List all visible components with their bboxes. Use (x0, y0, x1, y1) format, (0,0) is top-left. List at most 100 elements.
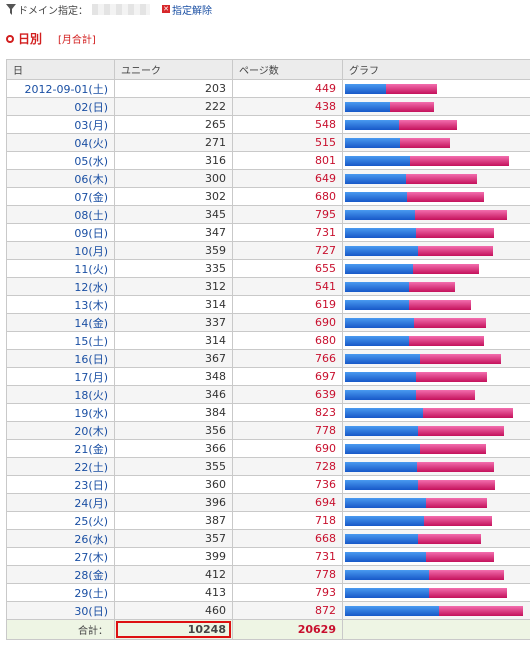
unique-bar (345, 101, 391, 112)
date-link[interactable]: 14(金) (6, 313, 115, 332)
graph-cell (342, 349, 530, 368)
table-row: 02(日) 222 438 (6, 97, 530, 116)
pages-bar (429, 587, 507, 598)
date-link[interactable]: 19(水) (6, 403, 115, 422)
date-link[interactable]: 23(日) (6, 475, 115, 494)
date-link[interactable]: 03(月) (6, 115, 115, 134)
date-link[interactable]: 05(水) (6, 151, 115, 170)
page-count: 680 (232, 187, 343, 206)
pages-bar (406, 191, 484, 202)
unique-count: 345 (114, 205, 233, 224)
page-count: 694 (232, 493, 343, 512)
date-link[interactable]: 02(日) (6, 97, 115, 116)
pages-bar (386, 83, 437, 94)
page-count: 728 (232, 457, 343, 476)
page-count: 690 (232, 313, 343, 332)
unique-count: 300 (114, 169, 233, 188)
date-link[interactable]: 12(水) (6, 277, 115, 296)
date-link[interactable]: 04(火) (6, 133, 115, 152)
table-row: 26(水) 357 668 (6, 529, 530, 548)
date-link[interactable]: 10(月) (6, 241, 115, 260)
date-link[interactable]: 17(月) (6, 367, 115, 386)
date-link[interactable]: 28(金) (6, 565, 115, 584)
table-row: 23(日) 360 736 (6, 475, 530, 494)
masked-domain-value (92, 3, 150, 15)
unique-count: 337 (114, 313, 233, 332)
unique-count: 348 (114, 367, 233, 386)
table-row: 28(金) 412 778 (6, 565, 530, 584)
pages-bar (418, 245, 494, 256)
unique-bar (345, 227, 416, 238)
date-link[interactable]: 16(日) (6, 349, 115, 368)
unique-count: 222 (114, 97, 233, 116)
stacked-bar (345, 263, 528, 274)
header-date[interactable]: 日 (6, 59, 115, 80)
monthly-total-link[interactable]: [月合計] (58, 31, 96, 46)
date-link[interactable]: 13(木) (6, 295, 115, 314)
pages-bar (409, 335, 484, 346)
date-link[interactable]: 27(木) (6, 547, 115, 566)
page-count: 697 (232, 367, 343, 386)
pages-bar (416, 371, 488, 382)
date-link[interactable]: 18(火) (6, 385, 115, 404)
date-link[interactable]: 26(水) (6, 529, 115, 548)
page-count: 736 (232, 475, 343, 494)
pages-bar (406, 173, 478, 184)
stacked-bar (345, 533, 528, 544)
date-link[interactable]: 11(火) (6, 259, 115, 278)
graph-cell (342, 97, 530, 116)
stacked-bar (345, 83, 528, 94)
graph-cell (342, 151, 530, 170)
graph-cell (342, 385, 530, 404)
date-link[interactable]: 25(火) (6, 511, 115, 530)
date-link[interactable]: 09(日) (6, 223, 115, 242)
table-row: 10(月) 359 727 (6, 241, 530, 260)
unique-bar (345, 173, 407, 184)
clear-filter-link[interactable]: ✕ 指定解除 (162, 2, 212, 17)
total-label: 合計： (6, 619, 115, 640)
date-link[interactable]: 2012-09-01(土) (6, 79, 115, 98)
stacked-bar (345, 173, 528, 184)
stacked-bar (345, 317, 528, 328)
domain-filter-label: ドメイン指定： (18, 5, 88, 17)
table-row: 09(日) 347 731 (6, 223, 530, 242)
header-unique[interactable]: ユニーク (114, 59, 233, 80)
pages-bar (423, 515, 492, 526)
date-link[interactable]: 08(土) (6, 205, 115, 224)
date-link[interactable]: 21(金) (6, 439, 115, 458)
date-link[interactable]: 20(木) (6, 421, 115, 440)
pages-bar (399, 119, 457, 130)
date-link[interactable]: 15(土) (6, 331, 115, 350)
date-link[interactable]: 24(月) (6, 493, 115, 512)
unique-count: 335 (114, 259, 233, 278)
page-count: 823 (232, 403, 343, 422)
date-link[interactable]: 22(土) (6, 457, 115, 476)
section-title: 日別 (18, 32, 43, 46)
filter-icon (6, 3, 16, 15)
header-graph: グラフ (342, 59, 530, 80)
stacked-bar (345, 299, 528, 310)
unique-count: 314 (114, 295, 233, 314)
stacked-bar (345, 587, 528, 598)
unique-bar (345, 425, 418, 436)
total-pages: 20629 (232, 619, 343, 640)
graph-cell (342, 529, 530, 548)
unique-bar (345, 137, 401, 148)
unique-bar (345, 479, 419, 490)
date-link[interactable]: 29(土) (6, 583, 115, 602)
graph-cell (342, 259, 530, 278)
stacked-bar (345, 371, 528, 382)
table-row: 12(水) 312 541 (6, 277, 530, 296)
page-count: 793 (232, 583, 343, 602)
graph-cell (342, 115, 530, 134)
unique-bar (345, 245, 419, 256)
daily-access-table: 日 ユニーク ページ数 グラフ 2012-09-01(土) 203 449 02(日)… (6, 59, 530, 640)
unique-count: 357 (114, 529, 233, 548)
date-link[interactable]: 30(日) (6, 601, 115, 620)
date-link[interactable]: 06(木) (6, 169, 115, 188)
table-row: 05(水) 316 801 (6, 151, 530, 170)
graph-cell (342, 295, 530, 314)
date-link[interactable]: 07(金) (6, 187, 115, 206)
stacked-bar (345, 515, 528, 526)
header-pages[interactable]: ページ数 (232, 59, 343, 80)
